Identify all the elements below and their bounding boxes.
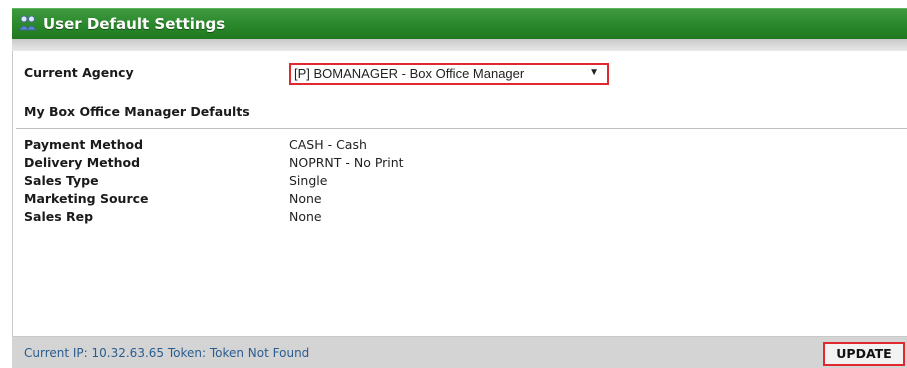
header-separator: [12, 39, 907, 51]
users-icon: [18, 15, 37, 31]
field-label: Delivery Method: [24, 155, 141, 170]
page-title: User Default Settings: [43, 15, 226, 33]
connection-status: Current IP: 10.32.63.65 Token: Token Not…: [24, 346, 310, 360]
field-value: CASH - Cash: [289, 137, 367, 152]
dropdown-arrow-icon: ▼: [589, 67, 599, 78]
field-label: Marketing Source: [24, 191, 149, 206]
sales-type-row: Sales Type Single: [24, 173, 624, 189]
current-agency-value: [P] BOMANAGER - Box Office Manager: [294, 66, 525, 81]
payment-method-row: Payment Method CASH - Cash: [24, 137, 624, 153]
field-label: Sales Type: [24, 173, 99, 188]
defaults-heading: My Box Office Manager Defaults: [24, 104, 250, 119]
field-value: Single: [289, 173, 328, 188]
section-divider: [16, 128, 907, 129]
current-agency-select[interactable]: [P] BOMANAGER - Box Office Manager ▼: [289, 63, 609, 85]
update-button[interactable]: UPDATE: [823, 342, 905, 366]
field-value: None: [289, 209, 322, 224]
user-default-settings-panel: User Default Settings Current Agency [P]…: [0, 0, 907, 368]
sales-rep-row: Sales Rep None: [24, 209, 624, 225]
current-agency-label: Current Agency: [24, 65, 134, 80]
field-value: None: [289, 191, 322, 206]
marketing-source-row: Marketing Source None: [24, 191, 624, 207]
panel-header: User Default Settings: [12, 8, 907, 39]
field-label: Sales Rep: [24, 209, 94, 224]
delivery-method-row: Delivery Method NOPRNT - No Print: [24, 155, 624, 171]
settings-content: Current Agency [P] BOMANAGER - Box Offic…: [12, 51, 907, 337]
field-label: Payment Method: [24, 137, 144, 152]
field-value: NOPRNT - No Print: [289, 155, 404, 170]
status-bar: Current IP: 10.32.63.65 Token: Token Not…: [12, 337, 907, 368]
